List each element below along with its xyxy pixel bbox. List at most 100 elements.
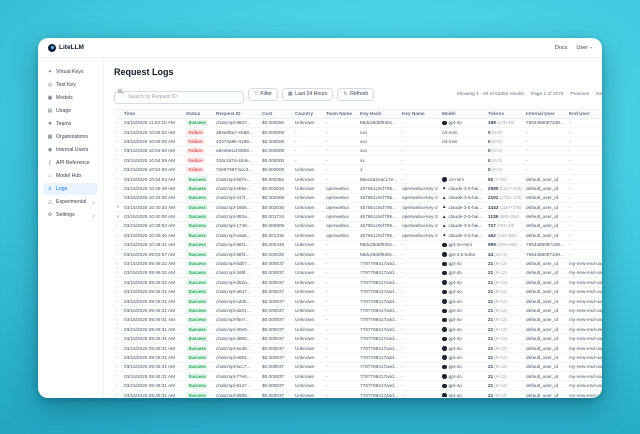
sidebar-item-model-hub[interactable]: ⌂Model Hub — [43, 170, 98, 182]
chevron-right-icon[interactable]: › — [116, 195, 118, 201]
chevron-right-icon[interactable]: › — [116, 232, 118, 238]
table-row[interactable]: ›03/15/2025 10:54:59 AMFailurea9eeb81d-b… — [114, 147, 602, 156]
chevron-right-icon[interactable]: › — [116, 326, 118, 332]
cell-time: 03/15/2025 10:40:33 AM — [124, 205, 186, 210]
table-row[interactable]: ›03/15/2025 09:49:31 AMSuccesschatcmpl-f… — [114, 316, 602, 325]
table-row[interactable]: ›03/15/2025 10:54:54 AMSuccesschatcmpl-b… — [114, 175, 602, 184]
sidebar-item-internal-users[interactable]: ◉Internal Users — [43, 144, 98, 156]
table-row[interactable]: ›03/15/2025 09:49:31 AMSuccesschatcmpl-c… — [114, 297, 602, 306]
chevron-right-icon[interactable]: › — [116, 298, 118, 304]
table-row[interactable]: ›03/15/2025 10:45:49 AMSuccesschatcmpl-e… — [114, 184, 602, 193]
next-button[interactable]: Next — [596, 92, 602, 97]
chevron-right-icon[interactable]: › — [116, 167, 118, 173]
chevron-right-icon[interactable]: › — [116, 289, 118, 295]
table-row[interactable]: ›03/15/2025 09:49:32 AMSuccesschatcmpl-d… — [114, 278, 602, 287]
chevron-right-icon[interactable]: › — [116, 308, 118, 314]
cell-model: gpt-4o — [442, 317, 488, 322]
table-row[interactable]: ›03/15/2025 11:02:10 AMSuccesschatcmpl-8… — [114, 119, 602, 128]
tokens-detail: (7+85) — [493, 177, 507, 182]
date-range-button[interactable]: ▦ Last 24 Hours — [282, 88, 334, 101]
chevron-right-icon[interactable]: › — [116, 261, 118, 267]
cell-request-id: d84ed5a7-eb88... — [216, 130, 262, 135]
chevron-right-icon[interactable]: › — [116, 148, 118, 154]
sidebar-item-label: Settings — [56, 212, 75, 218]
sidebar-item-logs[interactable]: ≡Logs — [43, 183, 98, 195]
cell-key-name: - — [402, 252, 442, 257]
table-row[interactable]: ›03/15/2025 09:49:31 AMSuccesschatcmpl-d… — [114, 306, 602, 315]
previous-button[interactable]: Previous — [570, 92, 589, 97]
cell-key-hash: 7787798417a4d... — [360, 280, 402, 285]
chevron-right-icon[interactable]: › — [116, 185, 118, 191]
chevron-right-icon[interactable]: › — [116, 270, 118, 276]
table-row[interactable]: ›03/15/2025 09:49:31 AMSuccesschatcmpl-6… — [114, 344, 602, 353]
user-menu[interactable]: User ▾ — [576, 45, 592, 51]
sidebar-item-api-reference[interactable]: ƒAPI Reference — [43, 157, 98, 169]
cell-cost: $0.000037 — [262, 374, 295, 379]
chevron-right-icon[interactable]: › — [116, 317, 118, 323]
cell-key-name: - — [402, 289, 442, 294]
status-badge: Success — [186, 392, 208, 397]
docs-link[interactable]: Docs — [555, 45, 568, 51]
table-row[interactable]: ›03/15/2025 09:49:31 AMSuccesschatcmpl-8… — [114, 381, 602, 390]
sidebar-item-teams[interactable]: ❖Teams — [43, 118, 98, 130]
table-row[interactable]: ∨03/15/2025 10:40:33 AMSuccesschatcmpl-1… — [114, 203, 602, 212]
chevron-right-icon[interactable]: › — [116, 120, 118, 126]
cell-country: Unknown — [295, 261, 326, 266]
table-row[interactable]: ›03/15/2025 09:49:32 AMSuccesschatcmpl-2… — [114, 269, 602, 278]
table-row[interactable]: ›03/15/2025 10:55:02 AMFailured84ed5a7-e… — [114, 128, 602, 137]
table-row[interactable]: ∨03/15/2025 10:40:00 AMSuccesschatcmpl-8… — [114, 212, 602, 221]
table-row[interactable]: ›03/15/2025 10:43:00 AMSuccesschatcmpl-4… — [114, 194, 602, 203]
table-row[interactable]: ›03/15/2025 10:38:41 AMSuccesschatcmpl-8… — [114, 241, 602, 250]
table-row[interactable]: ›03/15/2025 09:53:57 AMSuccesschatcmpl-8… — [114, 250, 602, 259]
table-row[interactable]: ›03/15/2025 09:49:31 AMSuccesschatcmpl-a… — [114, 288, 602, 297]
chevron-right-icon[interactable]: › — [116, 354, 118, 360]
table-row[interactable]: ›03/15/2025 09:49:32 AMSuccesschatcmpl-6… — [114, 259, 602, 268]
sidebar-item-settings[interactable]: ⚙Settings∨ — [43, 209, 98, 221]
chevron-down-icon[interactable]: ∨ — [116, 214, 120, 220]
chevron-right-icon[interactable]: › — [116, 364, 118, 370]
cell-time: 03/15/2025 10:45:49 AM — [124, 186, 186, 191]
sidebar-item-organizations[interactable]: ▦Organizations — [43, 131, 98, 143]
search-input[interactable] — [114, 91, 244, 104]
chevron-right-icon[interactable]: › — [116, 345, 118, 351]
cell-request-id: 334c187d-4b4e... — [216, 158, 262, 163]
sidebar-item-virtual-keys[interactable]: ✦Virtual Keys — [43, 66, 98, 78]
chevron-right-icon[interactable]: › — [116, 279, 118, 285]
table-row[interactable]: ›03/15/2025 09:49:31 AMSuccesschatcmpl-6… — [114, 363, 602, 372]
chevron-right-icon[interactable]: › — [116, 392, 118, 397]
chevron-right-icon[interactable]: › — [116, 383, 118, 389]
chevron-right-icon[interactable]: › — [116, 251, 118, 257]
tokens-detail: (1157+276) — [498, 205, 521, 210]
chevron-right-icon[interactable]: › — [116, 223, 118, 229]
chevron-down-icon[interactable]: ∨ — [116, 204, 120, 210]
table-row[interactable]: ›03/15/2025 09:49:31 AMSuccesschatcmpl-e… — [114, 353, 602, 362]
table-row[interactable]: ›03/15/2025 10:55:00 AMFailure43474a9b-3… — [114, 137, 602, 146]
table-row[interactable]: ›03/15/2025 10:39:53 AMSuccesschatcmpl-1… — [114, 222, 602, 231]
filter-button[interactable]: ▽ Filter — [248, 88, 278, 101]
table-row[interactable]: ›03/15/2025 09:49:31 AMSuccesschatcmpl-4… — [114, 325, 602, 334]
refresh-button[interactable]: ↻ Refresh — [337, 88, 374, 101]
sidebar-item-test-key[interactable]: ◎Test Key — [43, 79, 98, 91]
cell-time: 03/15/2025 10:39:46 AM — [124, 233, 186, 238]
table-row[interactable]: ›03/15/2025 09:49:31 AMSuccesschatcmpl-7… — [114, 372, 602, 381]
table-row[interactable]: ›03/15/2025 09:49:31 AMSuccesschatcmpl-8… — [114, 391, 602, 397]
chevron-right-icon[interactable]: › — [116, 373, 118, 379]
chevron-right-icon[interactable]: › — [116, 129, 118, 135]
cell-key-name: - — [402, 383, 442, 388]
chevron-right-icon[interactable]: › — [116, 336, 118, 342]
chevron-right-icon[interactable]: › — [116, 138, 118, 144]
sidebar-item-experimental[interactable]: △Experimental∨ — [43, 196, 98, 208]
column-header-request-id: Request ID — [216, 111, 262, 116]
sidebar-item-usage[interactable]: ▤Usage — [43, 105, 98, 117]
cell-key-name: - — [402, 393, 442, 397]
table-row[interactable]: ›03/15/2025 10:39:46 AMSuccesschatcmpl-e… — [114, 231, 602, 240]
cell-end-user: - — [569, 233, 602, 238]
cell-status: Success — [186, 345, 216, 351]
table-row[interactable]: ›03/15/2025 10:54:58 AMFailure7eb67387-b… — [114, 165, 602, 174]
chevron-right-icon[interactable]: › — [116, 242, 118, 248]
chevron-right-icon[interactable]: › — [116, 176, 118, 182]
table-row[interactable]: ›03/15/2025 09:49:31 AMSuccesschatcmpl-d… — [114, 334, 602, 343]
chevron-right-icon[interactable]: › — [116, 157, 118, 163]
table-row[interactable]: ›03/15/2025 10:54:59 AMFailure334c187d-4… — [114, 156, 602, 165]
sidebar-item-models[interactable]: ▣Models — [43, 92, 98, 104]
